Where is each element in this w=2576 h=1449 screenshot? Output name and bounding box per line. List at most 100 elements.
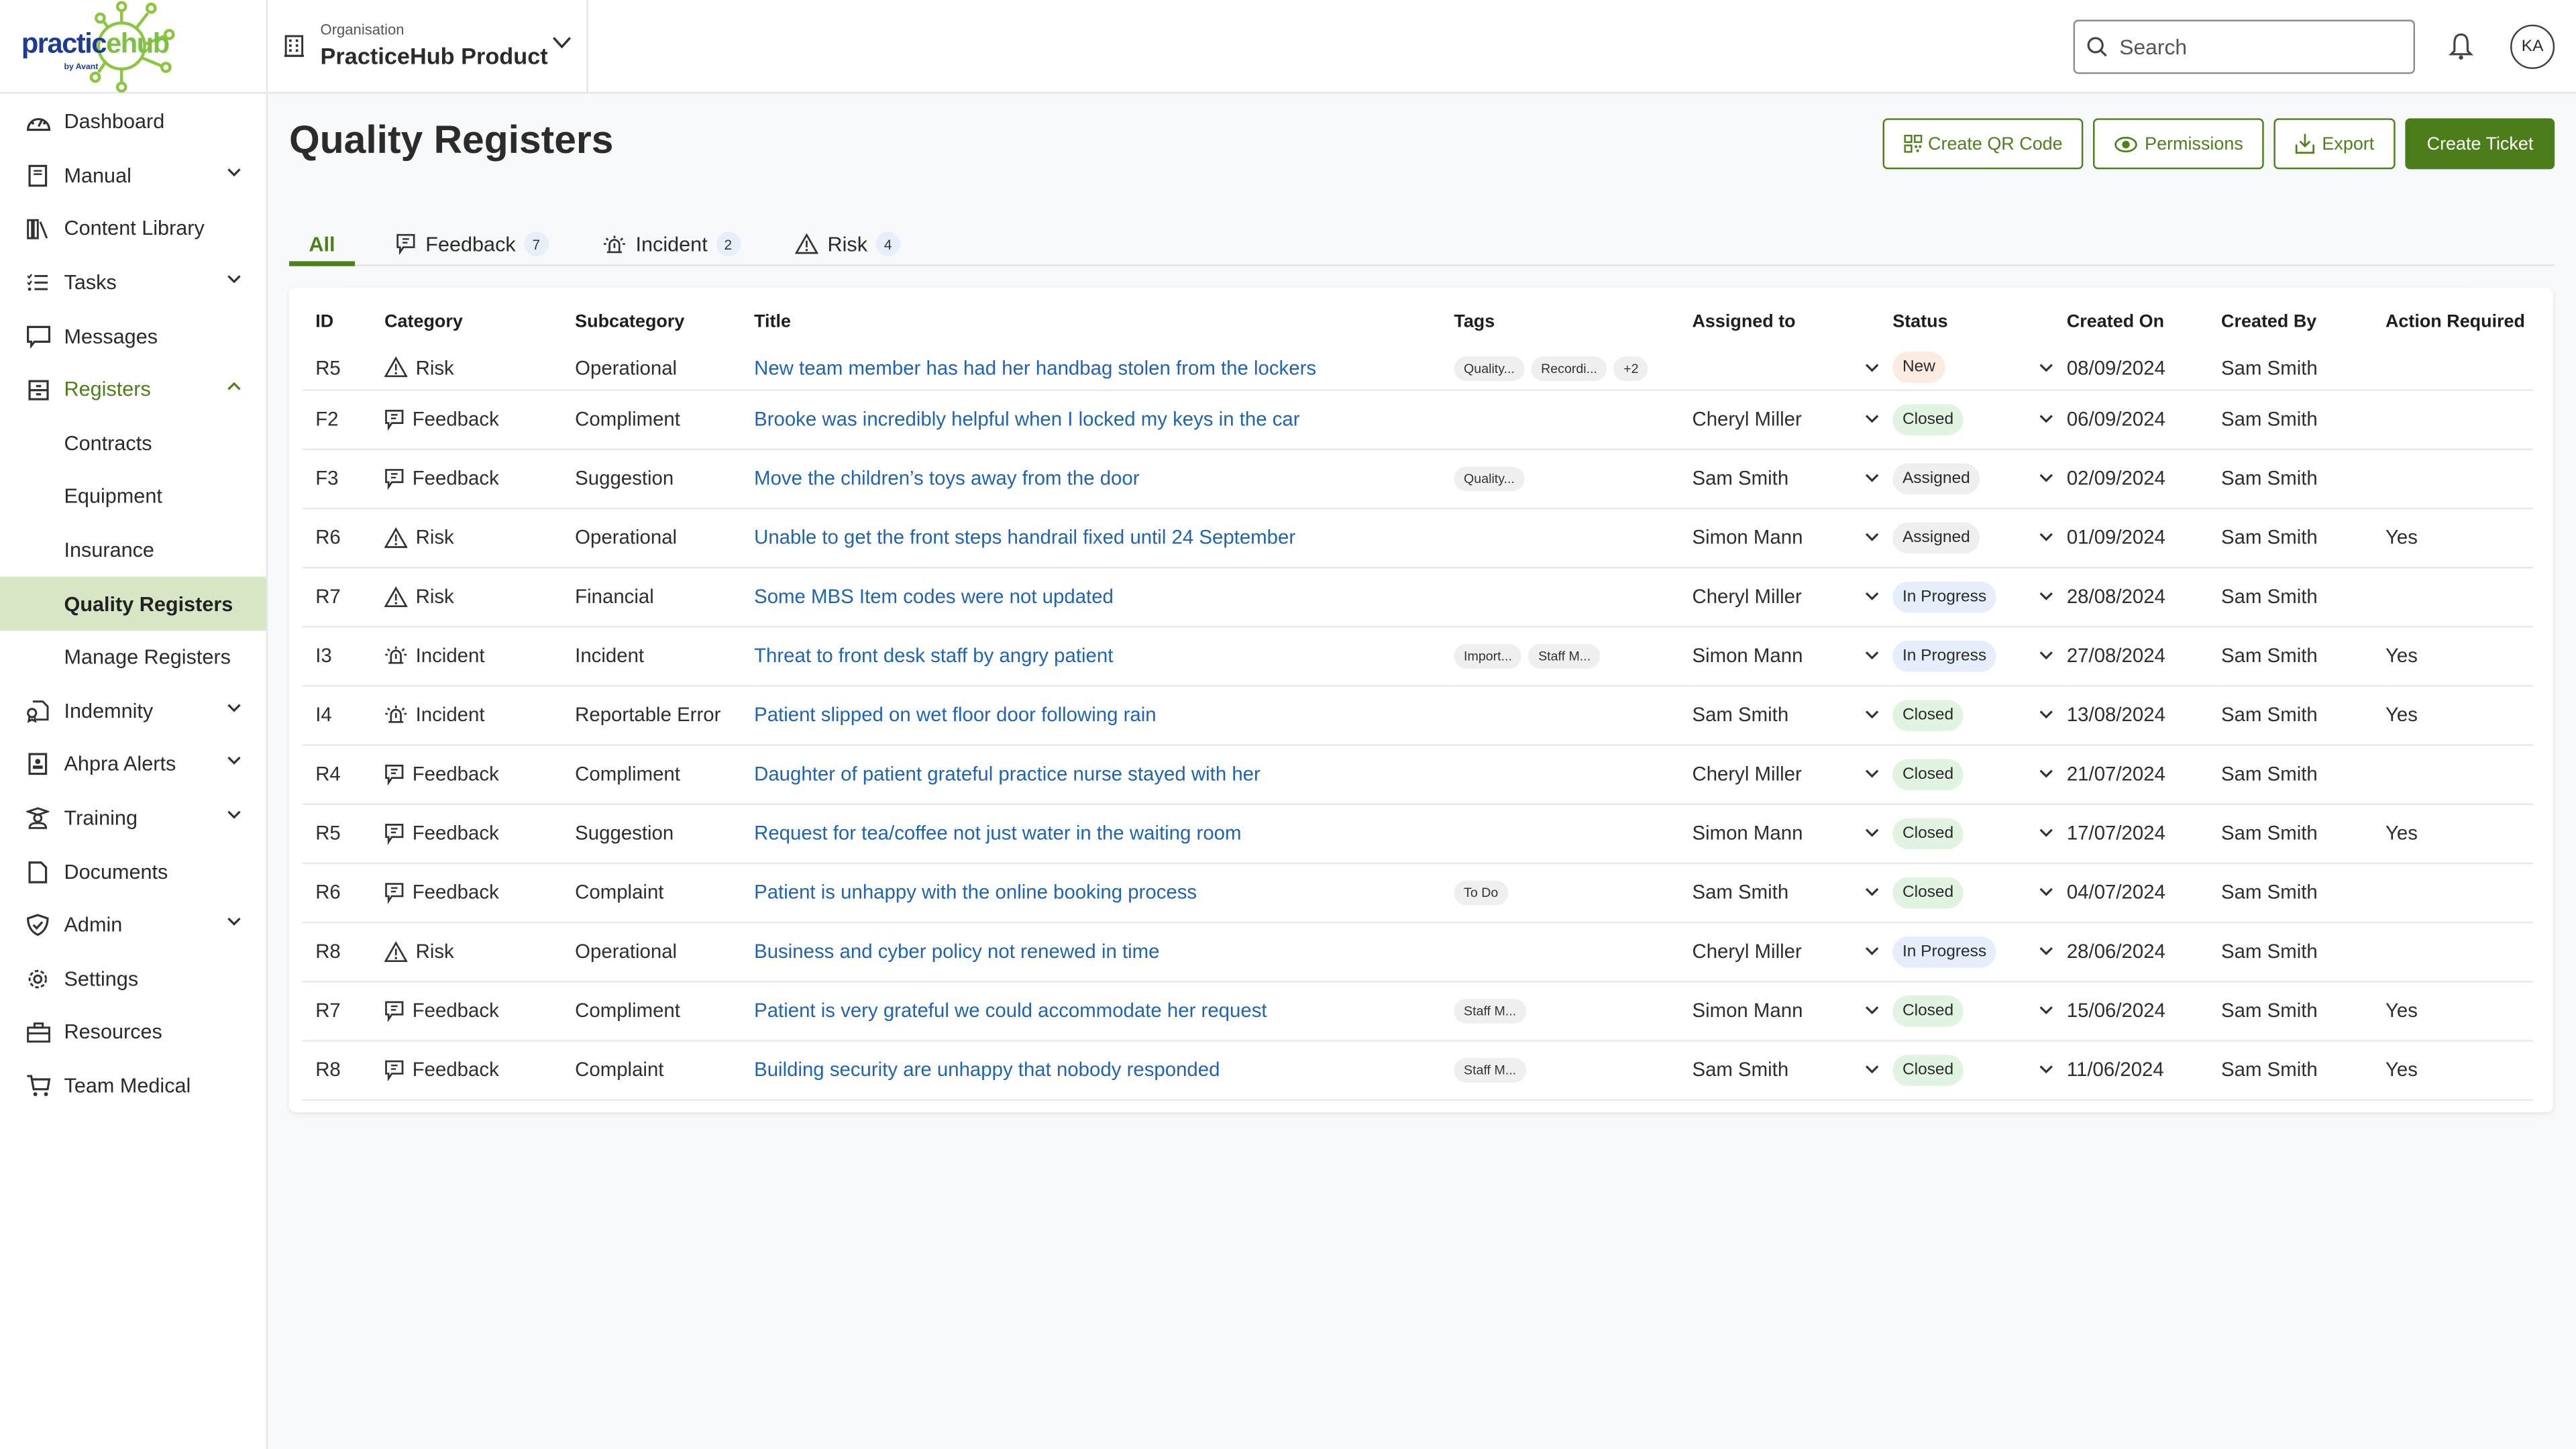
assignee-dropdown[interactable]: Sam Smith [1692,881,1892,904]
table-row[interactable]: R6 Risk Operational Unable to get the front… [302,507,2534,568]
ticket-title-link[interactable]: Business and cyber policy not renewed in… [754,940,1159,963]
status-dropdown[interactable]: Closed [1892,403,2067,435]
user-avatar[interactable]: KA [2510,24,2555,69]
sidebar-item-messages[interactable]: Messages [0,309,266,363]
chevron-down-icon[interactable] [1865,710,1880,720]
chevron-down-icon[interactable] [2039,828,2053,838]
tab-all[interactable]: All [289,223,355,266]
tab-risk[interactable]: Risk 4 [782,223,914,264]
tag-chip[interactable]: +2 [1613,356,1649,381]
sidebar-item-manual[interactable]: Manual [0,149,266,203]
ticket-title-link[interactable]: Brooke was incredibly helpful when I loc… [754,407,1299,430]
chevron-down-icon[interactable] [227,274,241,284]
table-row[interactable]: R7 Risk Financial Some MBS Item codes were … [302,566,2534,627]
sidebar-item-indemnity[interactable]: Indemnity [0,684,266,738]
sidebar-item-team-medical[interactable]: Team Medical [0,1059,266,1113]
chevron-down-icon[interactable] [1865,473,1880,483]
column-header-assigned-to[interactable]: Assigned to [1692,288,1892,347]
assignee-dropdown[interactable]: Cheryl Miller [1692,762,1892,786]
column-header-title[interactable]: Title [754,288,1454,347]
assignee-dropdown[interactable]: Simon Mann [1692,822,1892,845]
tag-chip[interactable]: Quality... [1454,466,1525,492]
tag-chip[interactable]: Recordi... [1531,356,1607,381]
sidebar-item-dashboard[interactable]: Dashboard [0,95,266,149]
chevron-down-icon[interactable] [2039,473,2053,483]
status-dropdown[interactable]: In Progress [1892,580,2067,612]
column-header-category[interactable]: Category [384,288,575,347]
table-row[interactable]: R5 Feedback Suggestion Request for tea/coff… [302,803,2534,863]
chevron-down-icon[interactable] [1865,828,1880,838]
status-dropdown[interactable]: Assigned [1892,521,2067,553]
ticket-title-link[interactable]: Request for tea/coffee not just water in… [754,821,1241,845]
ticket-title-link[interactable]: Threat to front desk staff by angry pati… [754,644,1113,667]
chevron-down-icon[interactable] [552,36,572,50]
table-row[interactable]: I3 Incident Incident Threat to front desk s… [302,626,2534,686]
tag-chip[interactable]: To Do [1454,880,1508,906]
assignee-dropdown[interactable]: Simon Mann [1692,999,1892,1022]
sidebar-item-insurance[interactable]: Insurance [0,524,266,578]
chevron-down-icon[interactable] [1865,769,1880,779]
tag-chip[interactable]: Quality... [1454,356,1525,381]
chevron-down-icon[interactable] [2039,363,2053,373]
table-row[interactable]: I4 Incident Reportable Error Patient slippe… [302,685,2534,745]
chevron-up-icon[interactable] [227,381,241,391]
sidebar-item-documents[interactable]: Documents [0,845,266,899]
sidebar-item-equipment[interactable]: Equipment [0,470,266,524]
sidebar-item-ahpra-alerts[interactable]: Ahpra Alerts [0,738,266,792]
ticket-title-link[interactable]: Patient slipped on wet floor door follow… [754,703,1157,726]
chevron-down-icon[interactable] [1865,592,1880,602]
status-dropdown[interactable]: Closed [1892,817,2067,849]
practicehub-logo[interactable]: practicehub by Avant [0,0,266,94]
sidebar-item-contracts[interactable]: Contracts [0,417,266,470]
table-row[interactable]: R7 Feedback Compliment Patient is very grat… [302,981,2534,1041]
chevron-down-icon[interactable] [1865,414,1880,424]
search-input[interactable] [2116,32,2396,61]
status-dropdown[interactable]: Closed [1892,994,2067,1026]
tag-chip[interactable]: Import... [1454,644,1522,669]
status-dropdown[interactable]: Assigned [1892,462,2067,494]
tab-feedback[interactable]: Feedback 7 [383,223,562,264]
chevron-down-icon[interactable] [2039,414,2053,424]
assignee-dropdown[interactable]: Sam Smith [1692,703,1892,726]
export-button[interactable]: Export [2274,118,2396,170]
status-dropdown[interactable]: Closed [1892,876,2067,908]
sidebar-item-content-library[interactable]: Content Library [0,203,266,256]
assignee-dropdown[interactable]: Cheryl Miller [1692,940,1892,963]
chevron-down-icon[interactable] [2039,1065,2053,1075]
status-dropdown[interactable]: Closed [1892,1054,2067,1085]
permissions-button[interactable]: Permissions [2094,118,2265,170]
chevron-down-icon[interactable] [2039,887,2053,897]
tag-chip[interactable]: Staff M... [1528,644,1601,669]
assignee-dropdown[interactable]: Simon Mann [1692,644,1892,667]
assignee-dropdown[interactable]: Simon Mann [1692,526,1892,549]
sidebar-item-manage-registers[interactable]: Manage Registers [0,631,266,684]
tag-chip[interactable]: Staff M... [1454,1058,1526,1083]
table-row[interactable]: F2 Feedback Compliment Brooke was incredibl… [302,389,2534,449]
chevron-down-icon[interactable] [2039,769,2053,779]
sidebar-item-admin[interactable]: Admin [0,898,266,952]
create-ticket-button[interactable]: Create Ticket [2405,118,2555,170]
chevron-down-icon[interactable] [2039,947,2053,957]
chevron-down-icon[interactable] [2039,1006,2053,1016]
ticket-title-link[interactable]: Unable to get the front steps handrail f… [754,526,1295,549]
column-header-id[interactable]: ID [303,288,384,347]
chevron-down-icon[interactable] [1865,947,1880,957]
sidebar-item-tasks[interactable]: Tasks [0,256,266,310]
sidebar-item-quality-registers[interactable]: Quality Registers [0,577,266,631]
sidebar-item-registers[interactable]: Registers [0,363,266,417]
ticket-title-link[interactable]: Patient is very grateful we could accomm… [754,999,1267,1022]
chevron-down-icon[interactable] [227,702,241,712]
assignee-dropdown[interactable] [1692,363,1892,373]
chevron-down-icon[interactable] [1865,887,1880,897]
chevron-down-icon[interactable] [1865,651,1880,661]
ticket-title-link[interactable]: New team member has had her handbag stol… [754,356,1316,379]
column-header-tags[interactable]: Tags [1454,288,1692,347]
status-dropdown[interactable]: Closed [1892,699,2067,731]
assignee-dropdown[interactable]: Sam Smith [1692,467,1892,490]
sidebar-item-resources[interactable]: Resources [0,1006,266,1059]
assignee-dropdown[interactable]: Cheryl Miller [1692,585,1892,608]
table-row[interactable]: R8 Feedback Complaint Building security are… [302,1040,2534,1100]
assignee-dropdown[interactable]: Cheryl Miller [1692,407,1892,431]
column-header-created-on[interactable]: Created On [2067,288,2221,347]
table-row[interactable]: R5 Risk Operational New team member has had… [302,346,2534,390]
